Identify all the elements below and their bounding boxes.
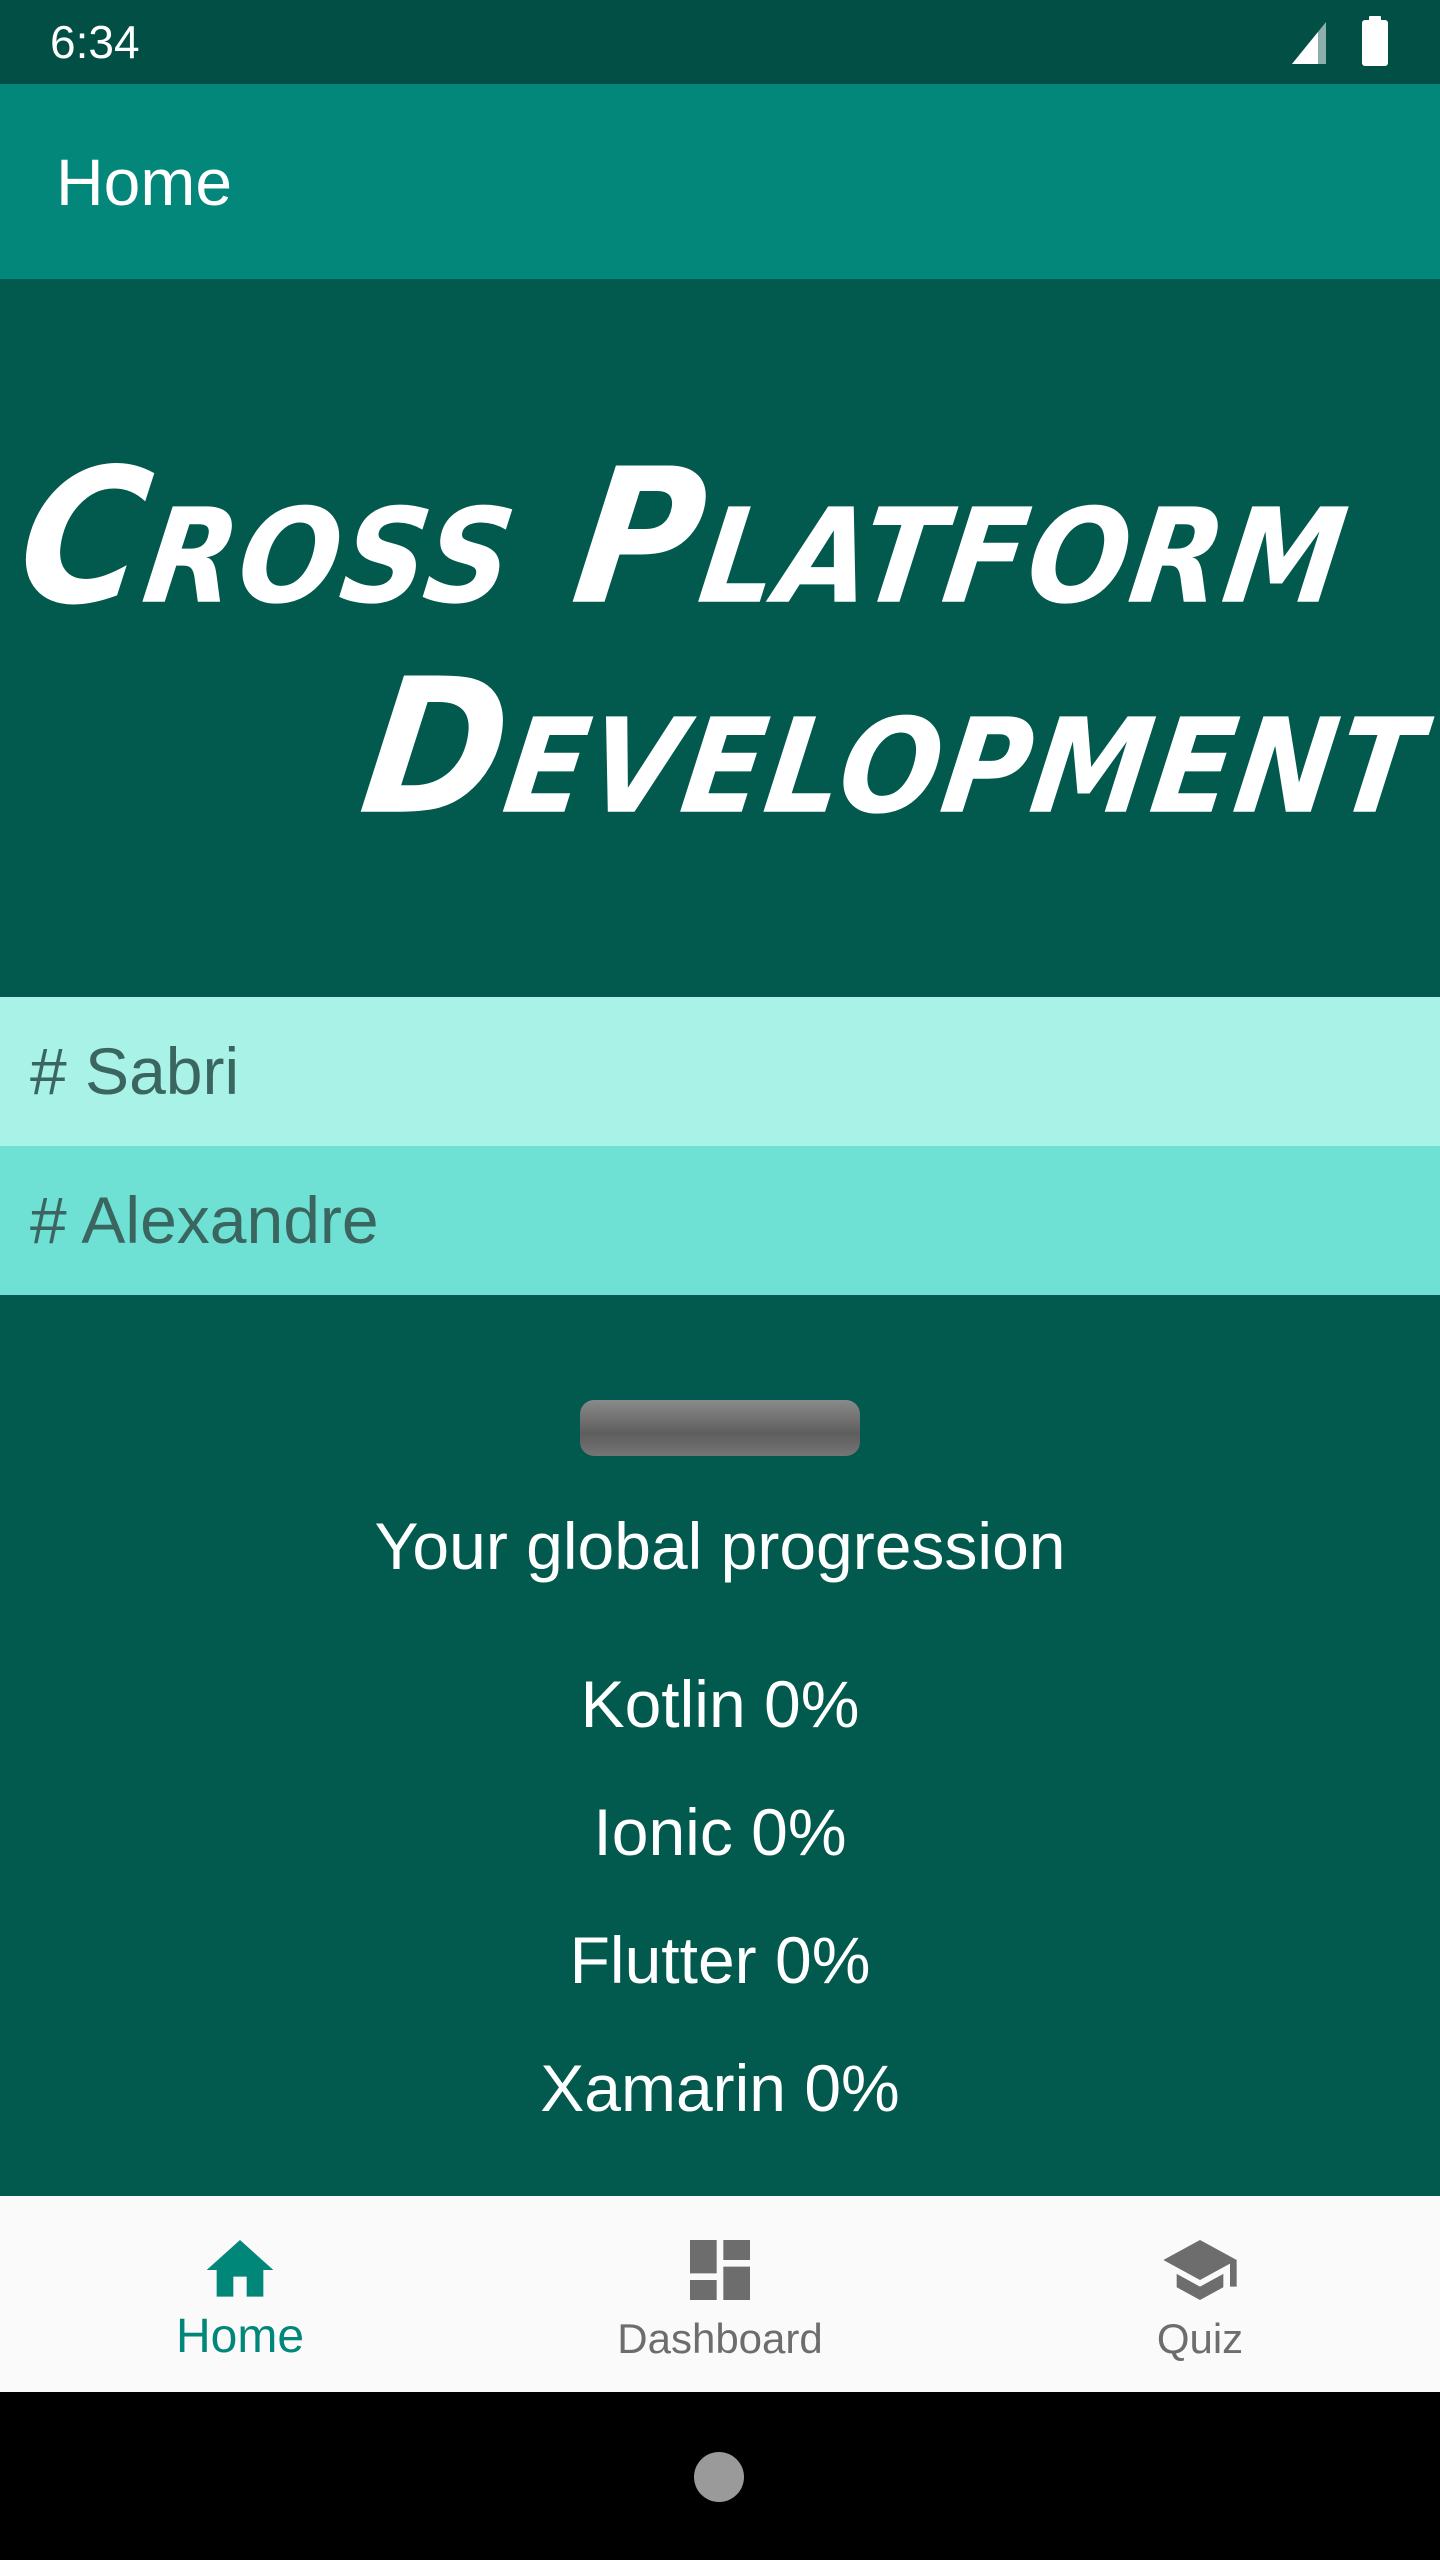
dashboard-icon [690,2240,750,2300]
global-progress-bar [580,1400,860,1456]
title-banner: Cross Platform Development [0,279,1440,997]
nav-item-quiz[interactable]: Quiz [960,2196,1440,2392]
author-label: # Alexandre [30,1183,379,1257]
school-icon [1163,2240,1237,2300]
status-bar: 6:34 [0,0,1440,84]
app-bar: Home [0,84,1440,279]
author-row-sabri: # Sabri [0,997,1440,1146]
author-row-alexandre: # Alexandre [0,1146,1440,1295]
progress-flutter: Flutter 0% [569,1923,871,1997]
progress-ionic: Ionic 0% [593,1795,847,1869]
bottom-navigation: Home Dashboard Quiz [0,2196,1440,2392]
battery-icon [1362,16,1388,66]
progress-title: Your global progression [374,1509,1066,1583]
progress-kotlin: Kotlin 0% [580,1667,860,1741]
nav-item-home[interactable]: Home [0,2196,480,2392]
page-title: Home [56,145,233,219]
banner-title-line-2: Development [350,639,1440,857]
system-home-button[interactable] [694,2452,744,2502]
signal-icon [1292,22,1326,64]
nav-label-quiz: Quiz [1156,2315,1244,2362]
nav-label-dashboard: Dashboard [617,2315,823,2362]
system-navigation-bar [0,2392,1440,2560]
progress-xamarin: Xamarin 0% [540,2051,900,2125]
nav-label-home: Home [175,2310,305,2363]
nav-item-dashboard[interactable]: Dashboard [480,2196,960,2392]
status-time: 6:34 [50,16,140,68]
banner-title-line-1: Cross Platform [6,429,1365,647]
author-label: # Sabri [30,1034,240,1108]
home-icon [206,2240,274,2297]
